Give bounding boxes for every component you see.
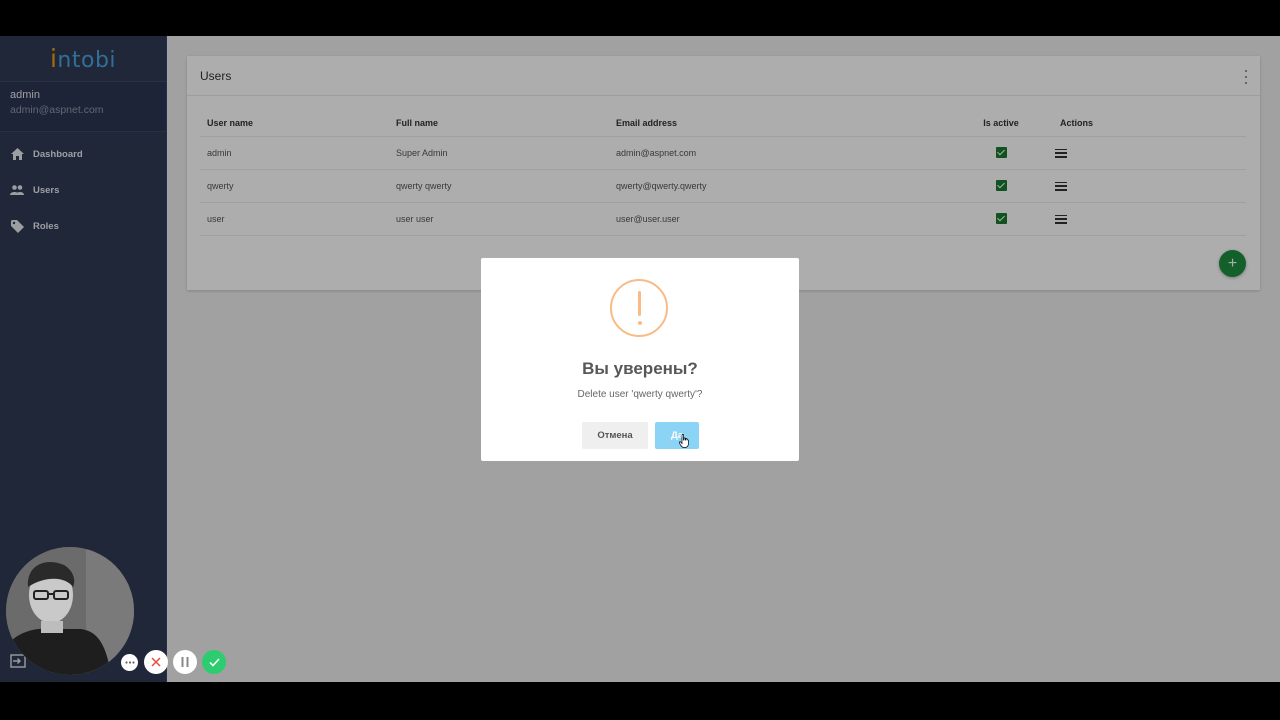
dialog-text: Delete user 'qwerty qwerty'?	[577, 389, 703, 400]
warning-icon	[610, 279, 668, 337]
webcam-overlay	[6, 547, 134, 675]
confirm-button[interactable]: Да	[655, 422, 699, 449]
dialog-title: Вы уверены?	[582, 359, 698, 378]
cancel-button[interactable]: Отмена	[582, 422, 648, 449]
cancel-recording-icon[interactable]	[144, 650, 168, 674]
hand-cursor-icon	[679, 434, 689, 448]
app-frame: intobi admin admin@aspnet.com Dashboard …	[0, 36, 1280, 682]
confirm-dialog: Вы уверены? Delete user 'qwerty qwerty'?…	[481, 258, 799, 461]
finish-recording-icon[interactable]	[202, 650, 226, 674]
more-icon[interactable]	[121, 654, 138, 671]
pause-icon[interactable]	[173, 650, 197, 674]
